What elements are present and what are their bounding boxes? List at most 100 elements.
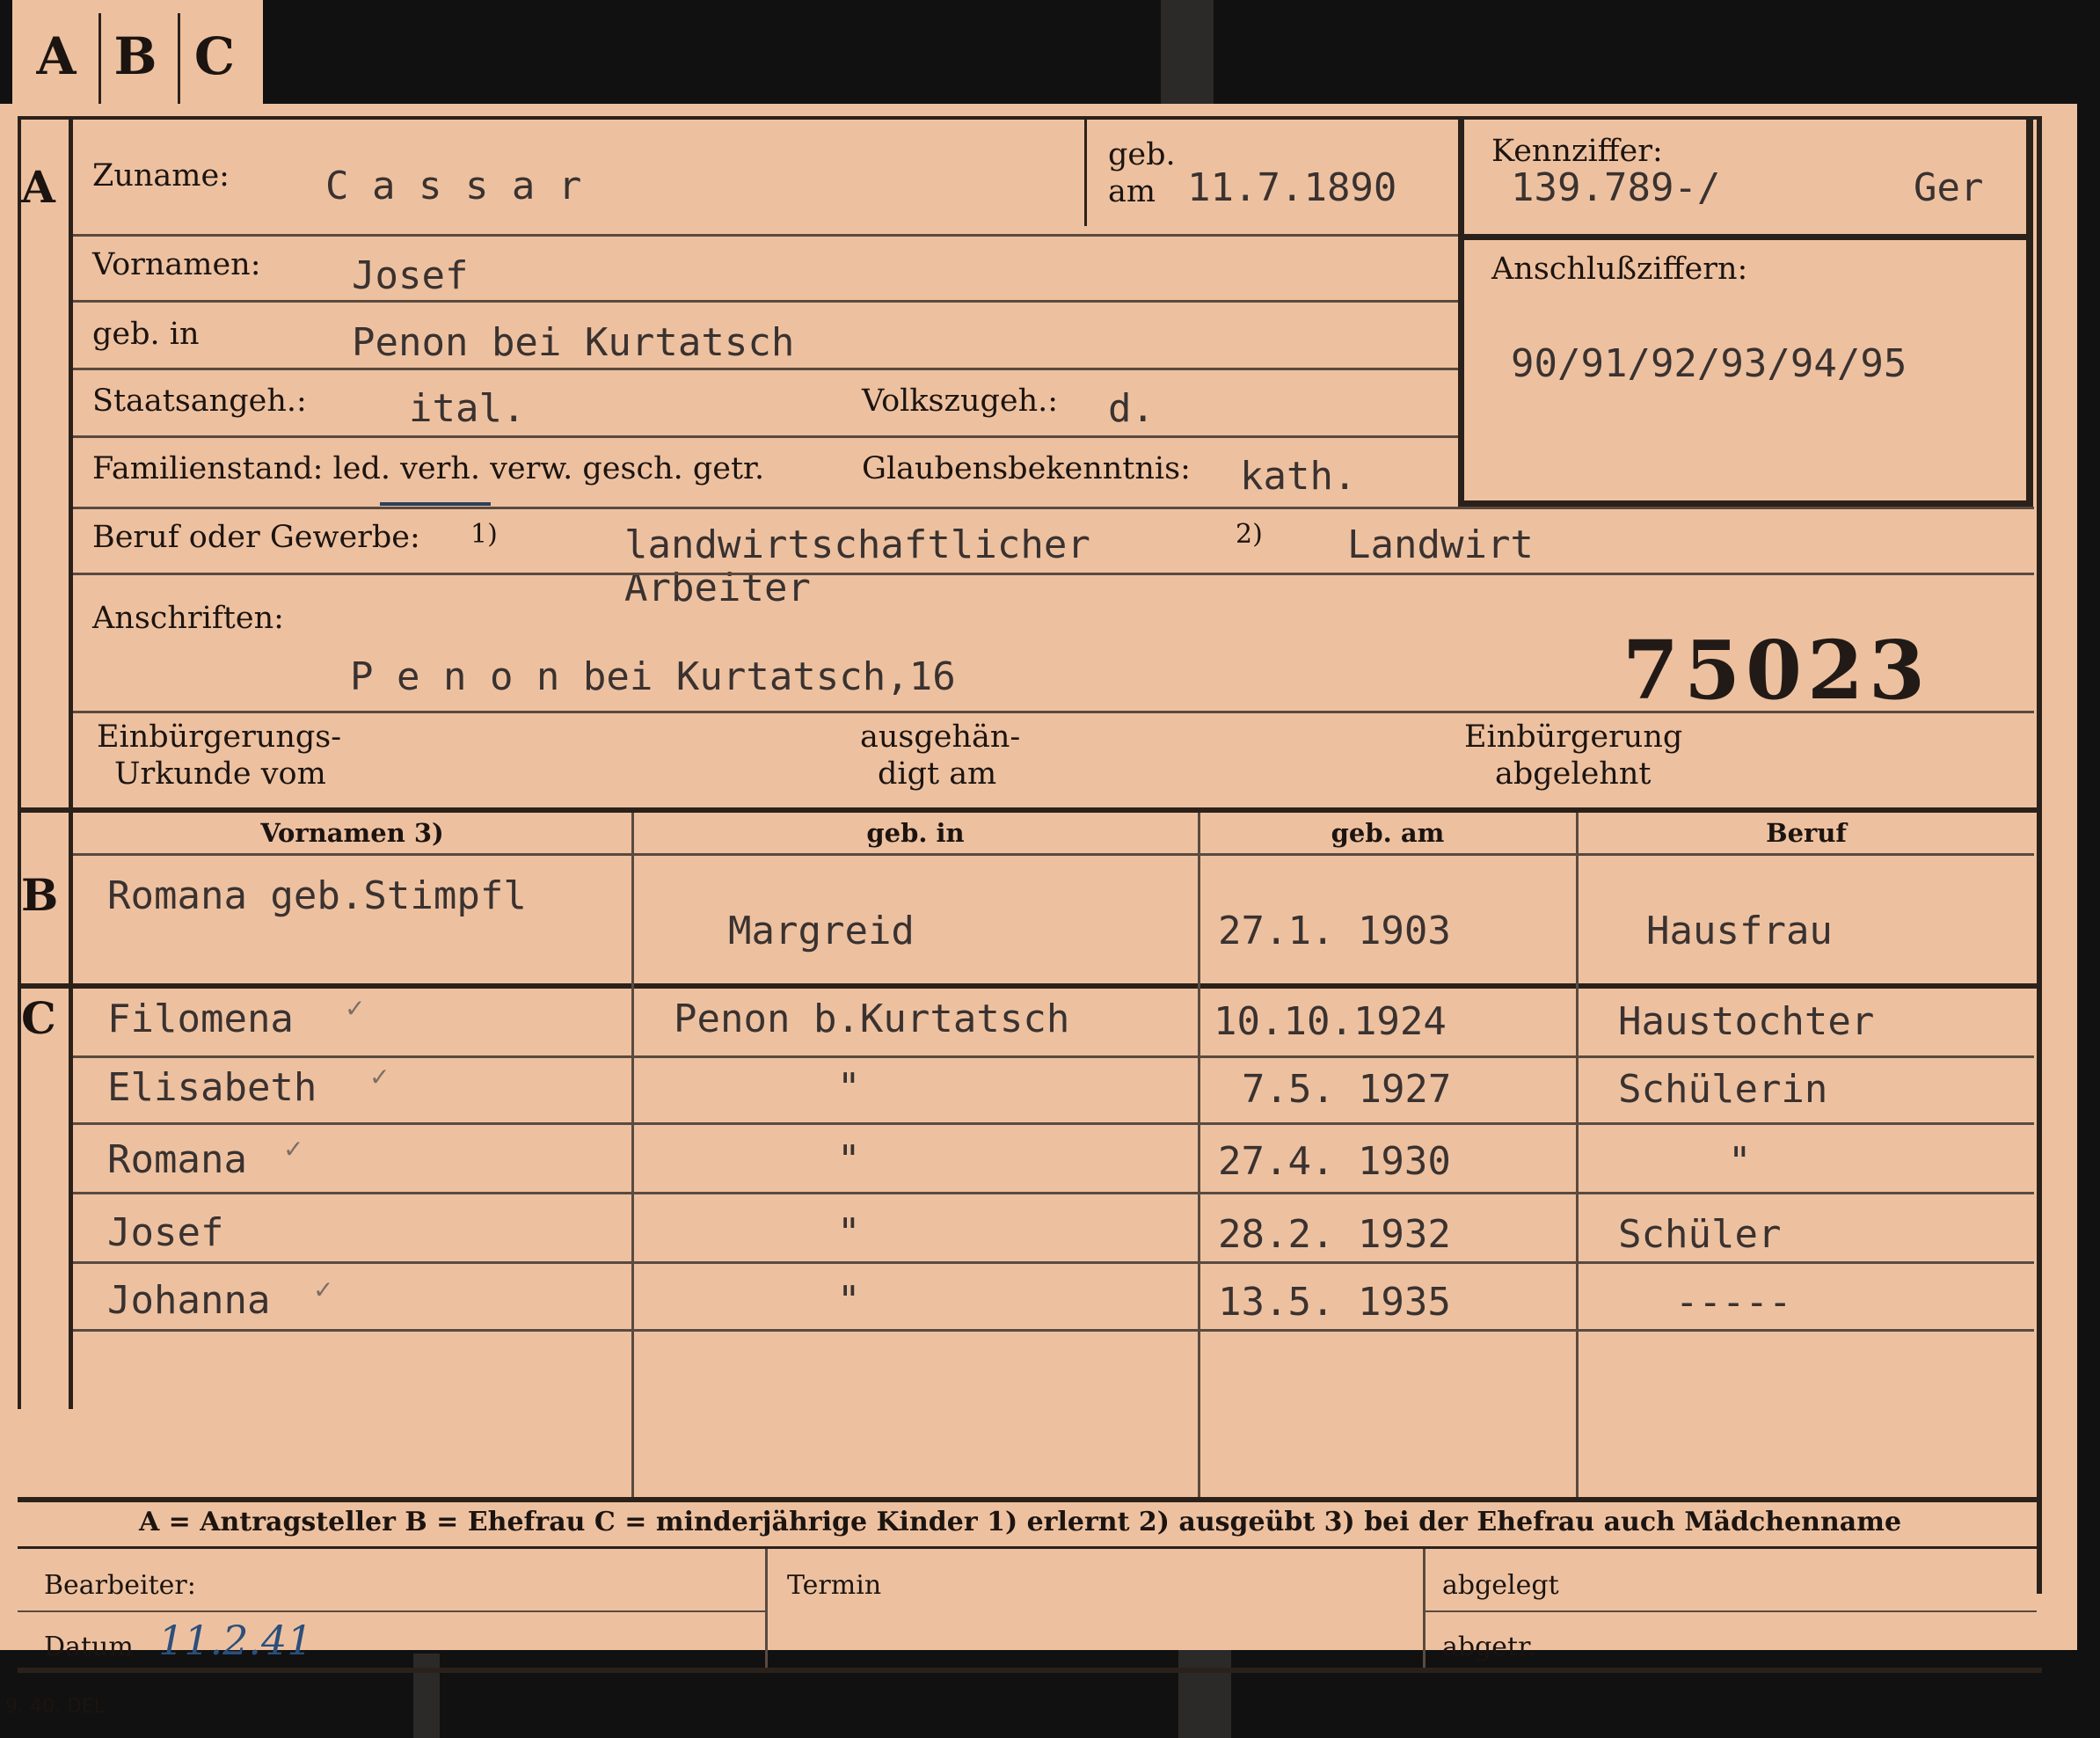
child-birthplace: " xyxy=(837,1210,861,1255)
birthdate-value: 11.7.1890 xyxy=(1187,165,1397,210)
surname-value: C a s s a r xyxy=(325,164,582,208)
staats-value: ital. xyxy=(409,386,526,431)
ausgehaendigt-label-1: ausgehän- xyxy=(860,719,1021,755)
col-header-geb-in: geb. in xyxy=(866,818,965,848)
row-rule xyxy=(73,368,1458,370)
child-job: Schülerin xyxy=(1618,1067,1828,1112)
glauben-label: Glaubensbekenntnis: xyxy=(862,451,1191,486)
row-rule xyxy=(73,711,2034,713)
einbuergerung-label-1: Einbürgerungs- xyxy=(97,719,342,755)
child-name: Romana xyxy=(107,1137,247,1182)
checkmark-icon: ✓ xyxy=(313,1275,334,1304)
legend-text: A = Antragsteller B = Ehefrau C = minder… xyxy=(138,1507,1902,1537)
termin-label: Termin xyxy=(787,1570,882,1601)
datum-label: Datum xyxy=(44,1632,134,1662)
tab-letter-b: B xyxy=(113,26,157,86)
child-birthdate: 10.10.1924 xyxy=(1214,999,1447,1044)
legend-top-rule xyxy=(18,1497,2040,1502)
divider-kennziffer-box-left xyxy=(1458,116,1464,507)
child-name: Johanna xyxy=(107,1278,271,1323)
checkmark-icon: ✓ xyxy=(345,994,366,1023)
volks-label: Volkszugeh.: xyxy=(862,383,1059,419)
tab-divider xyxy=(178,13,180,110)
section-letter-b: B xyxy=(21,869,59,921)
bearbeiter-label: Bearbeiter: xyxy=(44,1570,196,1601)
row-rule xyxy=(73,573,2034,575)
registration-card: A B C Zuname: C a s s a r geb. am 11.7.1… xyxy=(0,104,2077,1718)
child-job: Haustochter xyxy=(1618,999,1875,1044)
child-job: " xyxy=(1728,1139,1752,1184)
wife-name: Romana geb.Stimpfl xyxy=(107,873,527,918)
checkmark-icon: ✓ xyxy=(369,1063,390,1092)
child-birthdate: 28.2. 1932 xyxy=(1218,1212,1451,1257)
section-b-top xyxy=(18,807,2040,813)
anschriften-label: Anschriften: xyxy=(92,601,284,636)
col-divider xyxy=(1198,813,1200,1499)
row-rule xyxy=(73,1122,2034,1125)
footer-row-rule xyxy=(1426,1610,2037,1612)
einbuergerung-label-2: Urkunde vom xyxy=(114,756,326,792)
birthplace-label: geb. in xyxy=(92,317,200,352)
child-name: Filomena xyxy=(107,997,294,1041)
kennziffer-value: 139.789-/ xyxy=(1511,165,1721,210)
file-number: 75023 xyxy=(1622,623,1931,718)
beruf-note-1: 1) xyxy=(470,519,498,550)
index-tab: A B C xyxy=(12,0,263,119)
legend-bottom-rule xyxy=(18,1546,2040,1549)
divider-kennziffer-box-right xyxy=(2026,116,2033,507)
kennziffer-box-mid xyxy=(1458,234,2033,240)
footer-row-rule xyxy=(18,1610,765,1612)
row-rule xyxy=(73,234,1458,237)
volks-value: d. xyxy=(1108,386,1155,431)
print-code: 9. 40. DEL xyxy=(5,1696,106,1718)
address-value: P e n o n bei Kurtatsch,16 xyxy=(350,654,956,699)
checkmark-icon: ✓ xyxy=(283,1135,304,1164)
table-header-rule xyxy=(73,853,2034,856)
section-letter-a: A xyxy=(21,161,55,213)
child-birthplace: " xyxy=(837,1278,861,1323)
beruf-label: Beruf oder Gewerbe: xyxy=(92,520,420,555)
col-divider xyxy=(1576,813,1579,1499)
birthplace-value: Penon bei Kurtatsch xyxy=(352,320,795,365)
child-name: Josef xyxy=(107,1210,224,1255)
background-clip xyxy=(1178,1650,1231,1738)
abgetr-label: abgetr. xyxy=(1442,1632,1536,1662)
row-rule xyxy=(73,507,2034,509)
wife-job: Hausfrau xyxy=(1646,909,1833,953)
footer-bottom-rule xyxy=(18,1668,2042,1673)
familienstand-underline xyxy=(380,502,491,506)
row-rule xyxy=(73,300,1458,303)
tab-letter-a: A xyxy=(36,26,77,86)
col-divider xyxy=(631,813,634,1499)
glauben-value: kath. xyxy=(1240,454,1357,499)
abgelegt-label: abgelegt xyxy=(1442,1570,1559,1601)
beruf-learned-line1: landwirtschaftlicher xyxy=(624,522,1090,567)
vornamen-label: Vornamen: xyxy=(92,247,261,282)
beruf-note-2: 2) xyxy=(1236,519,1263,550)
tab-letter-c: C xyxy=(193,26,236,86)
datum-handwritten: 11.2.41 xyxy=(158,1617,313,1664)
child-birthdate: 7.5. 1927 xyxy=(1242,1067,1452,1112)
anschluss-label: Anschlußziffern: xyxy=(1491,252,1748,287)
child-birthdate: 27.4. 1930 xyxy=(1218,1139,1451,1184)
row-rule xyxy=(73,1329,2034,1332)
beruf-practiced: Landwirt xyxy=(1347,522,1534,567)
ausgehaendigt-label-2: digt am xyxy=(878,756,997,792)
row-rule xyxy=(73,1055,2034,1058)
birthdate-label-am: am xyxy=(1108,174,1156,209)
child-name: Elisabeth xyxy=(107,1065,317,1110)
child-birthplace: Penon b.Kurtatsch xyxy=(674,997,1070,1041)
wife-birthdate: 27.1. 1903 xyxy=(1218,909,1451,953)
col-header-beruf: Beruf xyxy=(1766,818,1847,848)
frame-right xyxy=(2037,116,2042,1594)
background-clip xyxy=(413,1654,440,1738)
child-job: ----- xyxy=(1675,1280,1792,1325)
frame-top xyxy=(18,116,2040,120)
child-job: Schüler xyxy=(1618,1212,1782,1257)
kennziffer-box-bottom xyxy=(1458,500,2033,507)
vornamen-value: Josef xyxy=(352,253,469,298)
tab-divider xyxy=(98,13,101,110)
anschluss-value: 90/91/92/93/94/95 xyxy=(1511,341,1907,386)
section-letter-c: C xyxy=(21,992,56,1044)
birthdate-label-geb: geb. xyxy=(1108,137,1176,172)
